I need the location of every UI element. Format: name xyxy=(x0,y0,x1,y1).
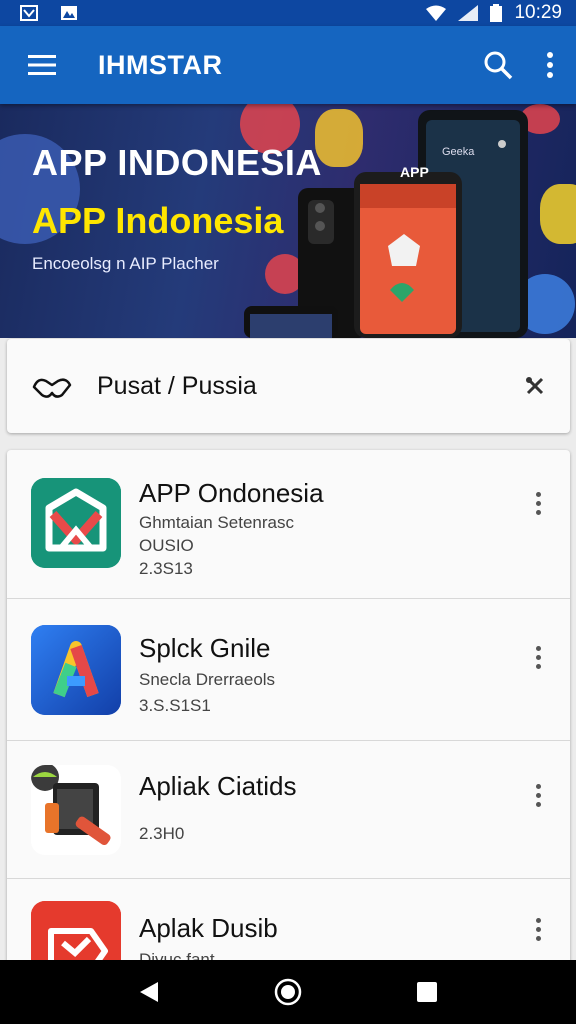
app-category: OUSIO xyxy=(139,536,194,555)
app-developer: Ghmtaian Setenrasc xyxy=(139,513,294,532)
status-bar: 10:29 xyxy=(0,0,576,26)
banner-title: APP INDONESIA xyxy=(32,142,322,183)
row-overflow-button[interactable] xyxy=(526,483,550,523)
phone-screen-label: APP xyxy=(400,164,429,180)
search-button[interactable] xyxy=(472,26,524,104)
cell-signal-icon xyxy=(458,5,479,21)
more-vert-icon xyxy=(547,52,553,78)
category-card[interactable]: Pusat / Pussia xyxy=(7,339,570,433)
promo-banner[interactable]: Geeka APP APP INDONESIA APP Indonesia En… xyxy=(0,104,576,338)
app-title: IHMSTAR xyxy=(98,49,223,80)
splck-gnile-icon xyxy=(31,625,121,715)
app-name: APP Ondonesia xyxy=(139,478,324,508)
apliak-ciatids-icon xyxy=(31,765,121,855)
row-overflow-button[interactable] xyxy=(526,909,550,949)
tools-icon xyxy=(526,377,544,395)
list-item[interactable]: Apliak Ciatids 2.3H0 xyxy=(7,741,570,879)
back-triangle-icon xyxy=(140,982,159,1002)
status-time: 10:29 xyxy=(514,2,562,23)
phones-illustration xyxy=(244,110,528,338)
banner-subtitle-yellow: APP Indonesia xyxy=(32,200,284,241)
app-name: Apliak Ciatids xyxy=(139,771,297,801)
row-overflow-button[interactable] xyxy=(526,775,550,815)
search-icon xyxy=(484,51,513,80)
battery-icon xyxy=(490,4,503,22)
menu-button[interactable] xyxy=(0,26,84,104)
app-icon xyxy=(31,765,121,855)
system-nav-bar xyxy=(0,960,576,1024)
list-item[interactable]: APP Ondonesia Ghmtaian Setenrasc OUSIO 2… xyxy=(7,450,570,599)
recents-square-icon xyxy=(416,982,437,1002)
overflow-menu-button[interactable] xyxy=(524,26,576,104)
app-name: Aplak Dusib xyxy=(139,913,278,943)
banner-caption: Encoeolsg n AIP Placher xyxy=(32,254,219,273)
app-ondonesia-icon xyxy=(31,478,121,568)
app-bar: IHMSTAR xyxy=(0,26,576,104)
back-button[interactable] xyxy=(119,960,179,1024)
row-overflow-button[interactable] xyxy=(526,637,550,677)
app-list: APP Ondonesia Ghmtaian Setenrasc OUSIO 2… xyxy=(7,450,570,970)
home-circle-icon xyxy=(274,978,302,1006)
notification-icon xyxy=(20,5,38,21)
recents-button[interactable] xyxy=(397,960,457,1024)
list-item[interactable]: Splck Gnile Snecla Drerraeols 3.S.S1S1 xyxy=(7,599,570,741)
decorative-blob xyxy=(540,184,576,244)
app-icon xyxy=(31,625,121,715)
app-version: 3.S.S1S1 xyxy=(139,696,211,715)
phone-screen-label-small: Geeka xyxy=(442,146,475,158)
home-button[interactable] xyxy=(258,960,318,1024)
category-icon-wrap xyxy=(7,373,97,399)
tools-button[interactable] xyxy=(500,376,570,396)
image-notification-icon xyxy=(61,6,77,20)
wifi-icon xyxy=(426,5,447,21)
hamburger-menu-icon xyxy=(28,55,56,75)
app-icon xyxy=(31,478,121,568)
handshake-icon xyxy=(32,378,72,398)
app-version: 2.3H0 xyxy=(139,824,185,843)
category-label: Pusat / Pussia xyxy=(97,371,257,400)
app-developer: Snecla Drerraeols xyxy=(139,670,276,689)
app-name: Splck Gnile xyxy=(139,633,271,663)
list-item[interactable]: Aplak Dusib Divuc fant xyxy=(7,879,570,970)
app-version: 2.3S13 xyxy=(139,559,193,578)
